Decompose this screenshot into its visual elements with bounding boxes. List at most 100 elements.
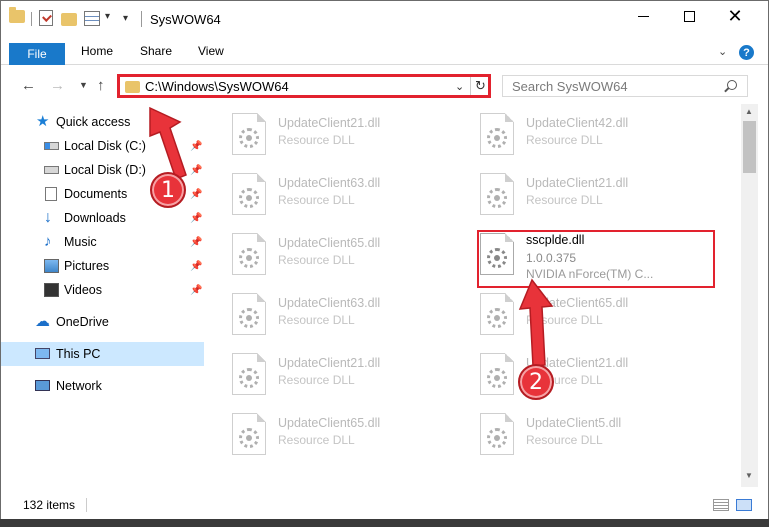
pin-icon[interactable]: 📌 [190,213,202,224]
file-item[interactable]: UpdateClient5.dll Resource DLL [455,407,695,459]
tab-share[interactable]: Share [140,44,172,64]
address-bar[interactable]: C:\Windows\SysWOW64 ⌄ ↻ [117,74,491,98]
sidebar-item-downloads[interactable]: ↓ Downloads 📌 [1,206,204,230]
pin-icon[interactable]: 📌 [190,285,202,296]
vertical-scrollbar[interactable]: ▲ ▼ [741,104,758,487]
chevron-down-icon[interactable]: ▾ [105,11,110,22]
tab-home[interactable]: Home [81,44,113,64]
sidebar-item-this-pc[interactable]: This PC [1,342,204,366]
recent-locations-button[interactable]: ▼ [79,80,88,90]
file-name: UpdateClient63.dll [278,176,381,190]
this-pc-icon [35,348,50,359]
item-count: 132 items [23,498,76,512]
sidebar-item-network[interactable]: Network [1,374,204,398]
help-icon[interactable]: ? [739,45,754,60]
file-item[interactable]: UpdateClient63.dll Resource DLL [207,287,447,339]
sidebar-item-label: Documents [64,187,128,201]
file-item[interactable]: UpdateClient63.dll Resource DLL [207,167,447,219]
file-description: Resource DLL [526,133,603,147]
folder-icon[interactable] [9,7,25,23]
pictures-icon [44,259,59,273]
tab-view[interactable]: View [198,44,224,64]
forward-button[interactable]: → [50,77,65,94]
address-path[interactable]: C:\Windows\SysWOW64 [145,79,289,94]
ribbon: File Home Share View ⌄ ? [1,37,768,65]
customize-quick-access-icon[interactable]: ▾ [123,13,128,24]
dll-file-icon [232,173,266,215]
dll-file-icon [232,353,266,395]
gear-icon [487,428,507,448]
gear-icon [239,428,259,448]
sidebar-item-label: Downloads [64,211,126,225]
scroll-up-icon[interactable]: ▲ [745,107,753,116]
sidebar-item-pictures[interactable]: Pictures 📌 [1,254,204,278]
documents-icon [45,187,57,201]
explorer-window: ▾ ▾ SysWOW64 ✕ File Home Share View ⌄ ? … [0,0,769,519]
pin-icon[interactable]: 📌 [190,141,202,152]
file-description: Resource DLL [278,253,355,267]
folder-icon [125,81,140,93]
scrollbar-thumb[interactable] [743,121,756,173]
tab-file[interactable]: File [9,43,65,65]
details-view-icon[interactable] [713,499,729,511]
sidebar-item-local-disk-c[interactable]: Local Disk (C:) 📌 [1,134,204,158]
search-icon[interactable] [727,80,737,90]
minimize-button[interactable] [620,1,666,31]
pin-icon[interactable]: 📌 [190,261,202,272]
expand-ribbon-icon[interactable]: ⌄ [718,45,727,58]
close-icon: ✕ [727,5,743,26]
gear-icon [487,368,507,388]
sidebar-item-label: Local Disk (C:) [64,139,146,153]
dll-file-icon [232,233,266,275]
search-input[interactable]: Search SysWOW64 [502,75,748,97]
sidebar-item-label: This PC [56,347,101,361]
sidebar-item-label: OneDrive [56,315,109,329]
file-item[interactable]: UpdateClient21.dll Resource DLL [207,107,447,159]
sidebar-item-quick-access[interactable]: ★ Quick access [1,110,204,134]
gear-icon [239,308,259,328]
divider [141,11,142,27]
back-button[interactable]: ← [21,77,36,94]
highlight-box [477,230,715,288]
properties-check-icon[interactable] [39,10,53,26]
navigation-pane: ★ Quick access Local Disk (C:) 📌 Local D… [1,104,207,487]
file-description: Resource DLL [526,193,603,207]
file-name: UpdateClient63.dll [278,296,381,310]
sidebar-item-videos[interactable]: Videos 📌 [1,278,204,302]
maximize-button[interactable] [666,1,712,31]
pin-icon[interactable]: 📌 [190,189,202,200]
chevron-down-icon[interactable]: ⌄ [455,80,464,93]
dll-file-icon [480,173,514,215]
scroll-down-icon[interactable]: ▼ [745,471,753,480]
file-description: Resource DLL [278,433,355,447]
file-name: UpdateClient5.dll [526,416,622,430]
large-icons-view-icon[interactable] [736,499,752,511]
file-item[interactable]: UpdateClient21.dll Resource DLL [455,167,695,219]
file-description: Resource DLL [526,313,603,327]
close-button[interactable]: ✕ [712,1,758,31]
sidebar-item-label: Music [64,235,97,249]
gear-icon [487,308,507,328]
pin-icon[interactable]: 📌 [190,237,202,248]
new-folder-icon[interactable] [61,13,77,26]
sidebar-item-music[interactable]: ♪ Music 📌 [1,230,204,254]
file-item[interactable]: UpdateClient65.dll Resource DLL [207,407,447,459]
downloads-icon: ↓ [44,209,52,226]
file-item[interactable]: UpdateClient65.dll Resource DLL [207,227,447,279]
file-item[interactable]: UpdateClient65.dll Resource DLL [455,287,695,339]
sidebar-item-onedrive[interactable]: ☁ OneDrive [1,310,204,334]
properties-icon[interactable] [84,11,100,26]
divider [470,77,471,95]
search-placeholder: Search SysWOW64 [512,79,628,94]
window-title: SysWOW64 [150,12,221,27]
file-name: UpdateClient65.dll [278,416,381,430]
gear-icon [487,188,507,208]
up-button[interactable]: ↑ [97,77,105,94]
file-list: UpdateClient21.dll Resource DLL UpdateCl… [207,104,741,487]
file-item[interactable]: UpdateClient21.dll Resource DLL [455,347,695,399]
divider [31,12,32,26]
pin-icon[interactable]: 📌 [190,165,202,176]
refresh-icon[interactable]: ↻ [475,78,486,94]
file-item[interactable]: UpdateClient42.dll Resource DLL [455,107,695,159]
file-item[interactable]: UpdateClient21.dll Resource DLL [207,347,447,399]
